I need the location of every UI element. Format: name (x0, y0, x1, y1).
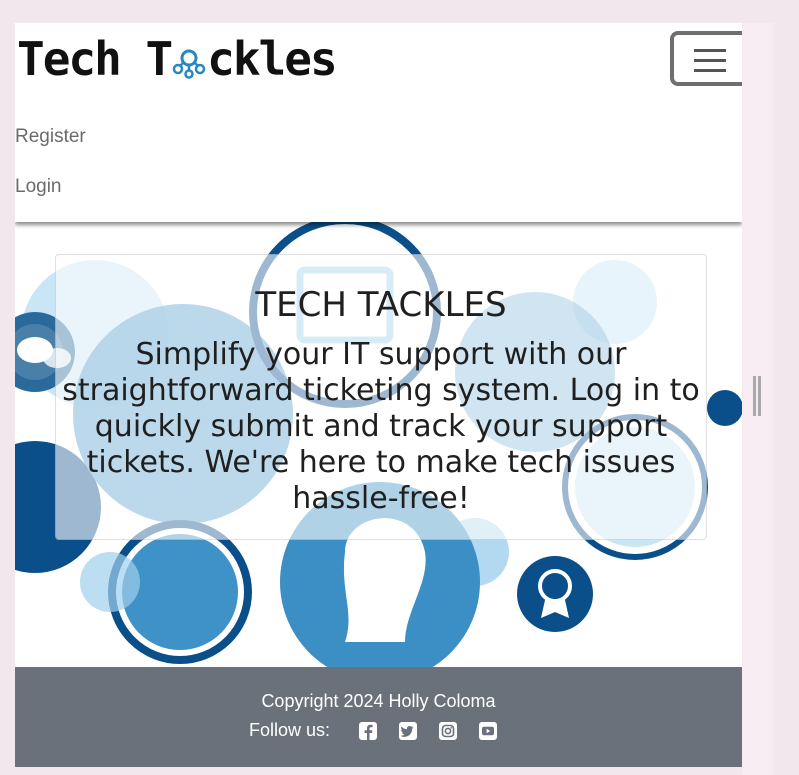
brand-text-part2: ckles (207, 32, 337, 86)
hero-description: Simplify your IT support with our straig… (62, 337, 700, 516)
facebook-icon[interactable] (359, 721, 378, 740)
instagram-icon[interactable] (439, 721, 458, 740)
nav-link-register[interactable]: Register (15, 126, 86, 148)
youtube-icon[interactable] (479, 721, 498, 740)
brand-logo[interactable]: Tech T ckles (17, 32, 338, 86)
social-links: Follow us: (15, 720, 742, 741)
page: Tech T ckles Register Login TECH TACKLES… (15, 23, 742, 767)
twitter-icon[interactable] (399, 721, 418, 740)
hero-section: TECH TACKLES Simplify your IT support wi… (15, 222, 742, 667)
copyright-text: Copyright 2024 Holly Coloma (261, 691, 496, 711)
navbar-toggler-button[interactable] (670, 31, 742, 86)
octopus-logo-icon (172, 37, 206, 79)
hero-card: TECH TACKLES Simplify your IT support wi… (55, 254, 707, 540)
brand-text-part1: Tech T (17, 32, 173, 86)
hero-title: TECH TACKLES (255, 285, 507, 325)
footer: Copyright 2024 Holly Coloma Follow us: (15, 667, 742, 767)
nav-link-login[interactable]: Login (15, 176, 62, 198)
navbar: Tech T ckles Register Login (15, 23, 742, 222)
resize-handle[interactable] (752, 376, 762, 416)
follow-us-label: Follow us: (248, 720, 331, 740)
